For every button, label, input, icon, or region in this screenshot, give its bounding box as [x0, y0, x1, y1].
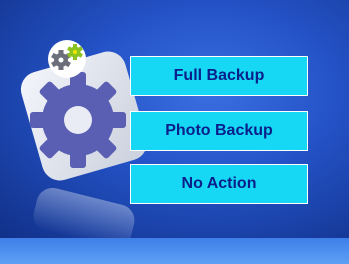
bottom-bar — [0, 238, 349, 264]
no-action-button[interactable]: No Action — [130, 164, 308, 204]
no-action-label: No Action — [181, 175, 257, 192]
small-gears-icon — [48, 40, 86, 78]
gear-settings-icon — [30, 72, 126, 168]
photo-backup-button[interactable]: Photo Backup — [130, 111, 308, 151]
full-backup-label: Full Backup — [173, 67, 265, 84]
backup-menu-screen: Full Backup Photo Backup No Action — [0, 0, 349, 264]
full-backup-button[interactable]: Full Backup — [130, 56, 308, 96]
photo-backup-label: Photo Backup — [165, 122, 273, 139]
